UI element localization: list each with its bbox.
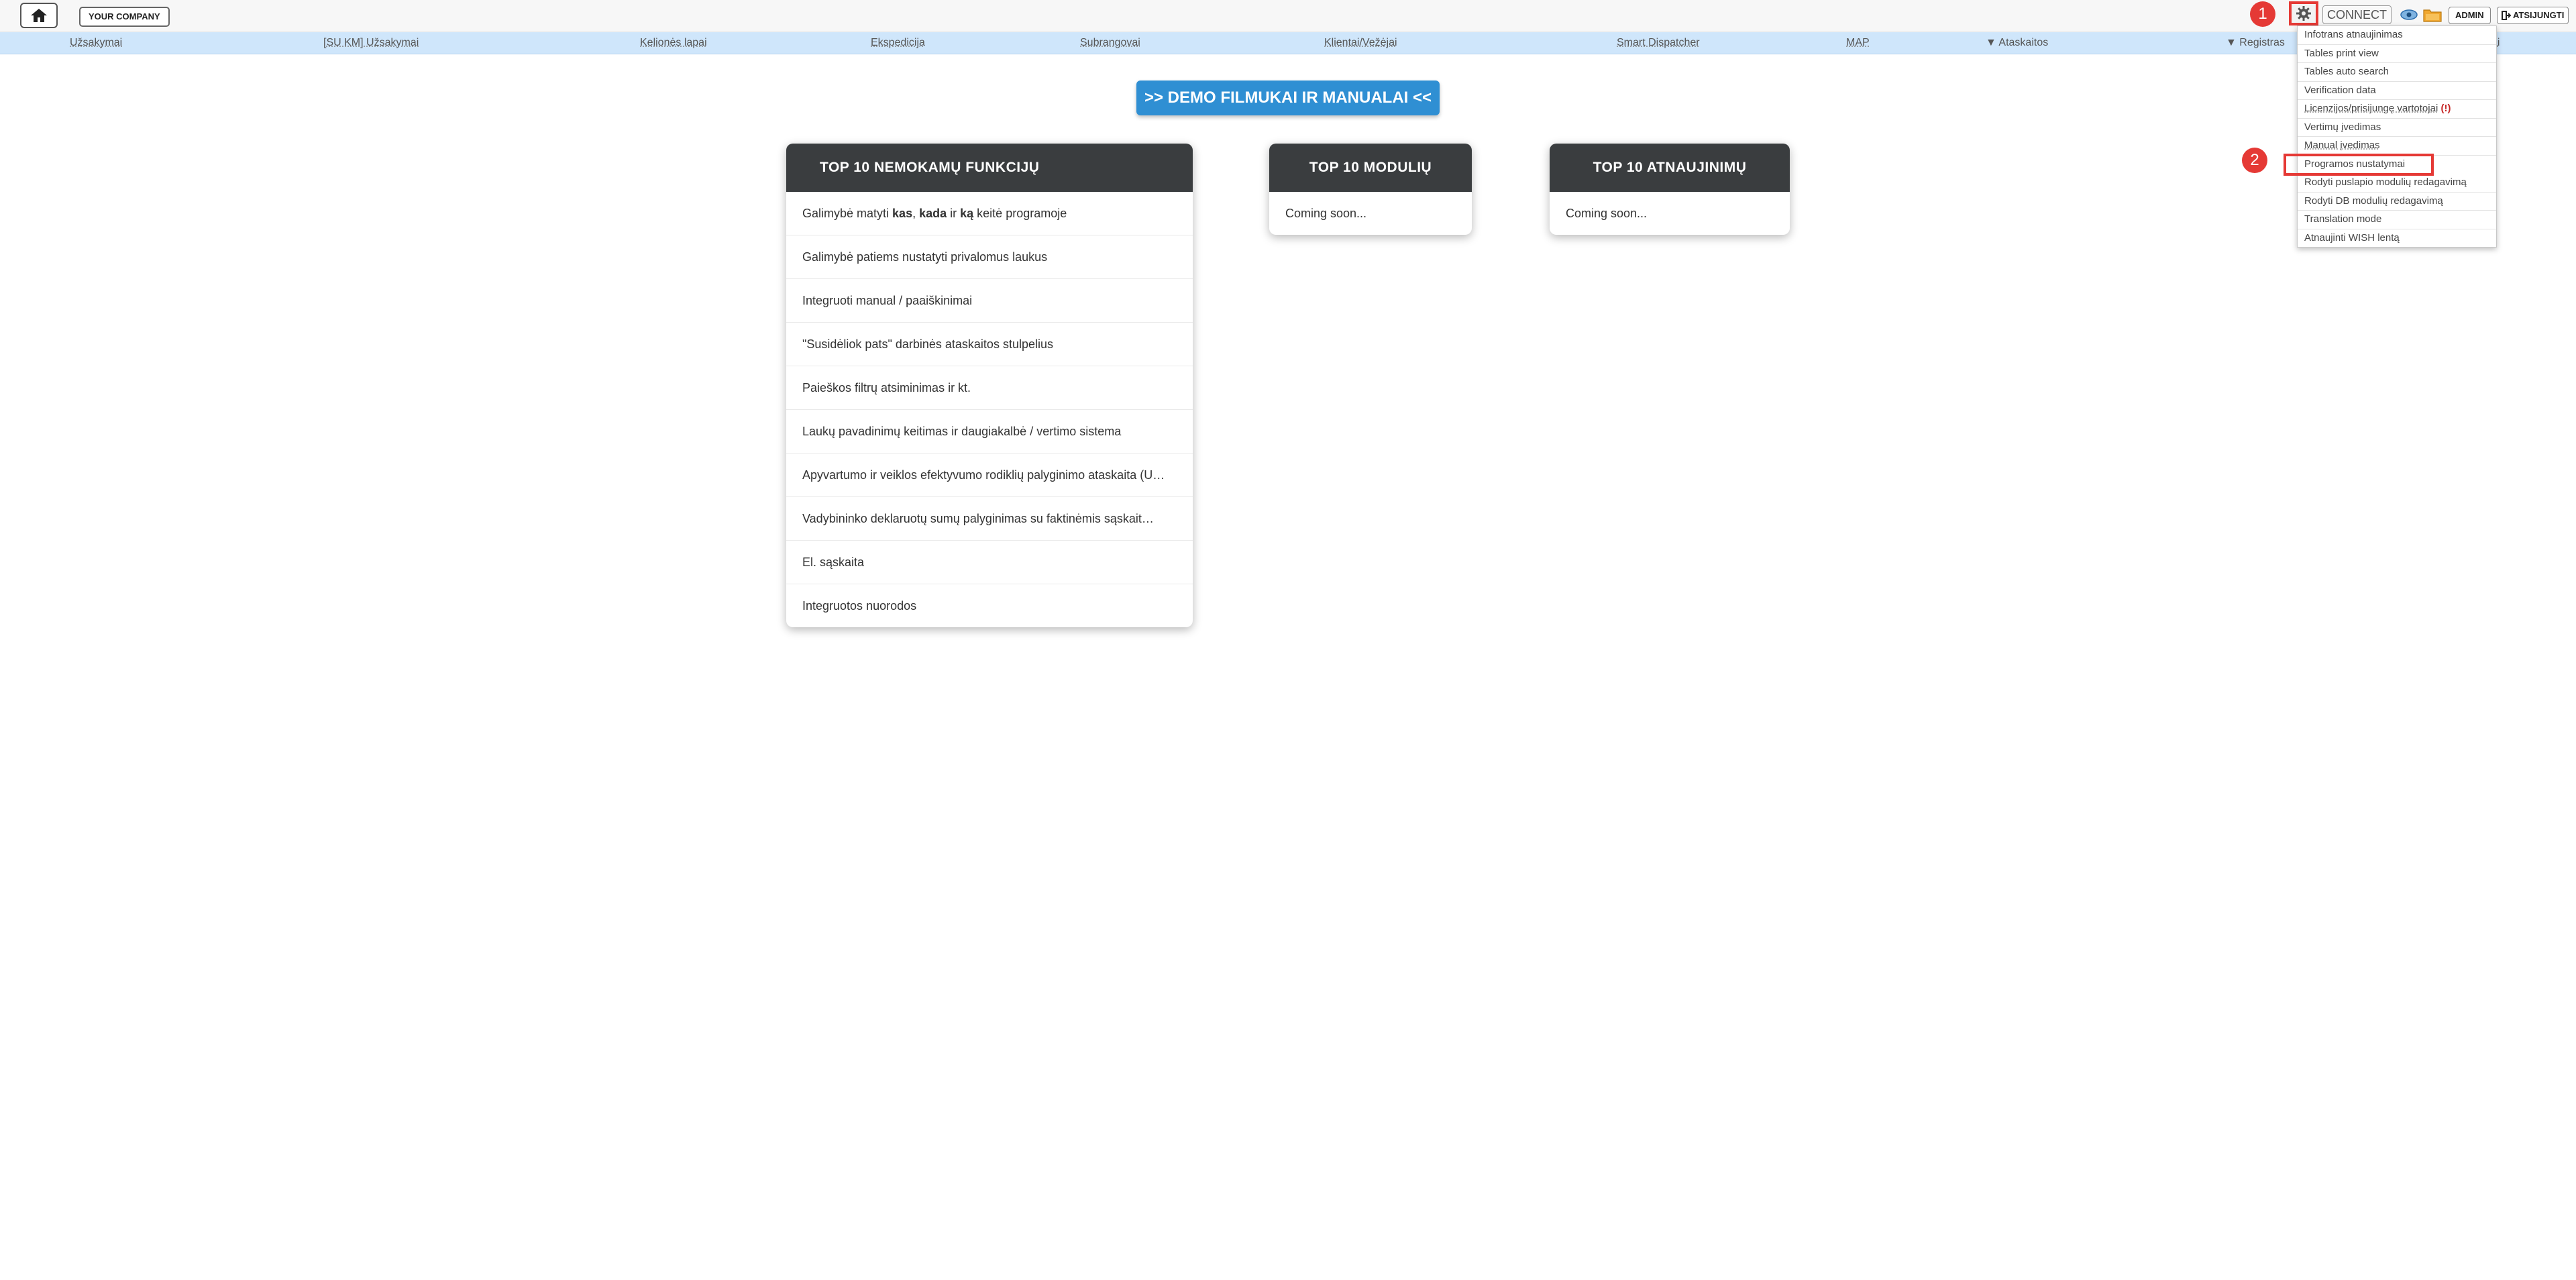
settings-dropdown-menu: Infotrans atnaujinimas Tables print view… [2284, 25, 2497, 248]
nav-item-su-km-uzsakymai[interactable]: [SU KM] Užsakymai [323, 32, 419, 54]
top-free-features-card: TOP 10 NEMOKAMŲ FUNKCIJŲ Galimybė matyti… [786, 144, 1193, 627]
main-navigation: Užsakymai [SU KM] Užsakymai Kelionės lap… [0, 32, 2576, 54]
list-item: Coming soon... [1285, 207, 1367, 220]
menu-item-translation-mode[interactable]: Translation mode [2298, 211, 2496, 229]
logout-label: ATSIJUNGTI [2513, 10, 2565, 20]
menu-item-page-modules-edit[interactable]: Rodyti puslapio modulių redagavimą [2298, 174, 2496, 193]
menu-item-verification-data[interactable]: Verification data [2298, 82, 2496, 100]
list-item[interactable]: Integruotos nuorodos [786, 584, 1193, 627]
menu-item-program-settings[interactable]: Programos nustatymai [2284, 153, 2434, 176]
list-item[interactable]: "Susidėliok pats" darbinės ataskaitos st… [786, 323, 1193, 366]
logout-icon [2502, 11, 2511, 20]
card-title: TOP 10 NEMOKAMŲ FUNKCIJŲ [786, 144, 1193, 192]
folder-icon[interactable] [2423, 7, 2442, 22]
connect-button[interactable]: CONNECT [2322, 5, 2392, 24]
list-item[interactable]: Paieškos filtrų atsiminimas ir kt. [786, 366, 1193, 410]
nav-item-registras[interactable]: ▼ Registras [2226, 32, 2285, 54]
menu-item-tables-print-view[interactable]: Tables print view [2298, 45, 2496, 63]
step-marker-2: 2 [2242, 148, 2267, 173]
menu-item-licenses[interactable]: Licenzijos/prisijungę vartotojai (!) [2298, 100, 2496, 119]
logout-button[interactable]: ATSIJUNGTI [2497, 7, 2569, 24]
nav-item-subrangovai[interactable]: Subrangovai [1080, 32, 1140, 54]
nav-item-klientai-vezejai[interactable]: Klientai/Vežėjai [1324, 32, 1397, 54]
home-button[interactable] [20, 3, 58, 28]
warning-badge: (!) [2440, 103, 2451, 114]
step-marker-1: 1 [2250, 1, 2275, 27]
gear-icon [2296, 6, 2311, 21]
nav-item-keliones-lapai[interactable]: Kelionės lapai [640, 32, 707, 54]
list-item[interactable]: Laukų pavadinimų keitimas ir daugiakalbė… [786, 410, 1193, 454]
menu-item-db-modules-edit[interactable]: Rodyti DB modulių redagavimą [2298, 193, 2496, 211]
top-updates-card: TOP 10 ATNAUJINIMŲ Coming soon... [1550, 144, 1790, 235]
company-button[interactable]: YOUR COMPANY [79, 7, 170, 27]
home-icon [31, 9, 47, 22]
list-item[interactable]: Vadybininko deklaruotų sumų palyginimas … [786, 497, 1193, 541]
nav-item-map[interactable]: MAP [1846, 32, 1870, 54]
menu-item-manual-input[interactable]: Manual įvedimas [2298, 137, 2496, 156]
card-title: TOP 10 MODULIŲ [1269, 144, 1472, 192]
top-bar: YOUR COMPANY 1 CONNECT ADMIN ATSIJUNGTI [0, 0, 2576, 32]
demo-manuals-button[interactable]: >> DEMO FILMUKAI IR MANUALAI << [1136, 81, 1440, 115]
eye-icon[interactable] [2400, 9, 2418, 20]
nav-item-smart-dispatcher[interactable]: Smart Dispatcher [1617, 32, 1700, 54]
nav-item-ekspedicija[interactable]: Ekspedicija [871, 32, 925, 54]
card-title: TOP 10 ATNAUJINIMŲ [1550, 144, 1790, 192]
menu-item-update-wish-board[interactable]: Atnaujinti WISH lentą [2298, 229, 2496, 248]
top-modules-card: TOP 10 MODULIŲ Coming soon... [1269, 144, 1472, 235]
list-item[interactable]: Integruoti manual / paaiškinimai [786, 279, 1193, 323]
menu-item-tables-auto-search[interactable]: Tables auto search [2298, 63, 2496, 82]
settings-button[interactable] [2289, 1, 2318, 25]
nav-item-uzsakymai[interactable]: Užsakymai [70, 32, 122, 54]
nav-item-ataskaitos[interactable]: ▼ Ataskaitos [1986, 32, 2048, 54]
menu-item-translations-input[interactable]: Vertimų įvedimas [2298, 119, 2496, 137]
list-item[interactable]: Galimybė matyti kas, kada ir ką keitė pr… [786, 192, 1193, 235]
admin-button[interactable]: ADMIN [2449, 7, 2491, 24]
list-item[interactable]: Apyvartumo ir veiklos efektyvumo rodikli… [786, 454, 1193, 497]
list-item[interactable]: El. sąskaita [786, 541, 1193, 584]
menu-item-infotrans-update[interactable]: Infotrans atnaujinimas [2298, 26, 2496, 45]
list-item: Coming soon... [1566, 207, 1648, 220]
list-item[interactable]: Galimybė patiems nustatyti privalomus la… [786, 235, 1193, 279]
